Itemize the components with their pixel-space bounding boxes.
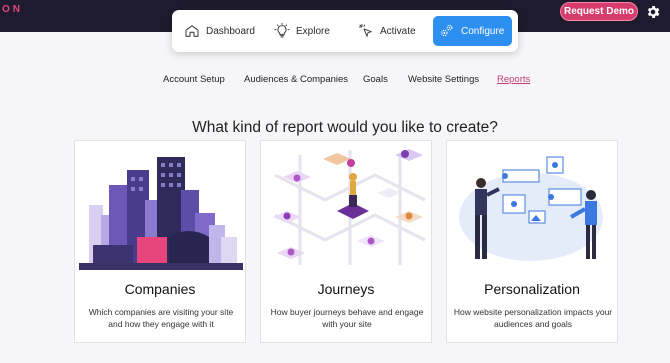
nav-label: Explore	[296, 25, 330, 37]
page-heading: What kind of report would you like to cr…	[192, 119, 498, 136]
subnav-website-settings[interactable]: Website Settings	[408, 74, 479, 85]
cursor-click-icon	[358, 23, 372, 37]
personalization-illustration	[451, 145, 615, 270]
nav-activate[interactable]: Activate	[356, 16, 426, 46]
main-nav: Dashboard Explore Activate Configure	[172, 10, 518, 52]
card-title: Companies	[124, 281, 196, 297]
nav-explore[interactable]: Explore	[272, 16, 342, 46]
logo: ON	[2, 4, 23, 15]
subnav-goals[interactable]: Goals	[363, 74, 388, 85]
nav-label: Configure	[461, 25, 505, 37]
card-description: Which companies are visiting your site a…	[88, 307, 234, 329]
gears-icon	[441, 24, 453, 37]
home-icon	[185, 25, 199, 37]
subnav-account-setup[interactable]: Account Setup	[163, 74, 225, 85]
report-card-companies[interactable]: Companies Which companies are visiting y…	[74, 140, 246, 343]
lightbulb-icon	[274, 23, 290, 38]
journey-map-illustration	[265, 145, 429, 270]
request-demo-button[interactable]: Request Demo	[560, 2, 638, 21]
nav-label: Dashboard	[206, 25, 255, 37]
report-card-journeys[interactable]: Journeys How buyer journeys behave and e…	[260, 140, 432, 343]
subnav-audiences-companies[interactable]: Audiences & Companies	[244, 74, 348, 85]
nav-dashboard[interactable]: Dashboard	[180, 16, 260, 46]
city-skyline-illustration	[79, 145, 243, 270]
card-description: How website personalization impacts your…	[453, 307, 613, 329]
subnav-reports[interactable]: Reports	[497, 74, 530, 85]
card-description: How buyer journeys behave and engage wit…	[270, 307, 424, 329]
card-title: Journeys	[317, 281, 375, 297]
gear-icon[interactable]	[645, 4, 661, 20]
card-title: Personalization	[484, 281, 580, 297]
nav-configure[interactable]: Configure	[433, 16, 512, 46]
report-card-personalization[interactable]: Personalization How website personalizat…	[446, 140, 618, 343]
nav-label: Activate	[380, 25, 416, 37]
